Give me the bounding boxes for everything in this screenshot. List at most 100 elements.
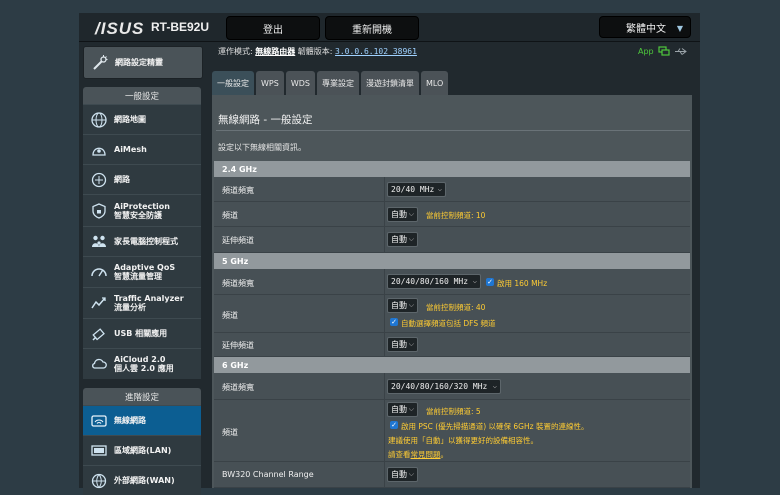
quick-setup-label: 網路設定精靈 <box>115 58 163 67</box>
sidebar-item-parental[interactable]: 家長電腦控制程式 <box>83 226 201 256</box>
row-label: 頻道 <box>222 428 238 437</box>
row-24-extension: 延伸頻道 自動 ⌵ <box>214 227 690 253</box>
dfs-label: 自動選擇頻道包括 DFS 頻道 <box>401 319 496 328</box>
psc-checkbox[interactable]: ✓ <box>390 421 398 429</box>
sidebar-item-network-map[interactable]: 網路地圖 <box>83 104 201 134</box>
fw-version[interactable]: 3.0.0.6.102_38961 <box>335 47 417 56</box>
usb-status-icon[interactable] <box>674 47 688 56</box>
sidebar-item-network[interactable]: 網路 <box>83 164 201 194</box>
model-name: RT-BE92U <box>151 20 210 34</box>
network-status-icon[interactable] <box>658 46 670 57</box>
sidebar-item-label: 網路 <box>114 175 130 184</box>
row-divider <box>384 462 385 487</box>
current-channel-5: 當前控制頻道: 40 <box>426 303 486 312</box>
row-5-bandwidth: 頻道頻寬 20/40/80/160 MHz ⌵ ✓ 啟用 160 MHz <box>214 269 690 295</box>
sidebar-item-lan[interactable]: 區域網路(LAN) <box>83 435 201 465</box>
sidebar-item-traffic-analyzer[interactable]: Traffic Analyzer 流量分析 <box>83 287 201 318</box>
chevron-down-icon: ⌵ <box>437 185 442 193</box>
row-divider <box>384 333 385 356</box>
language-select[interactable]: 繁體中文 ▼ <box>599 16 691 38</box>
chevron-down-icon: ⌵ <box>472 277 477 285</box>
mode-label: 運作模式: <box>218 47 253 56</box>
row-divider <box>384 400 385 461</box>
chevron-down-icon: ⌵ <box>408 405 414 413</box>
dfs-checkbox[interactable]: ✓ <box>390 318 398 326</box>
row-divider <box>384 177 385 201</box>
enable-160-checkbox[interactable]: ✓ <box>486 278 494 286</box>
sidebar-item-aicloud[interactable]: AiCloud 2.0 個人雲 2.0 應用 <box>83 348 201 379</box>
bandwidth-24-select[interactable]: 20/40 MHz ⌵ <box>387 182 446 197</box>
chevron-down-icon: ⌵ <box>408 210 414 218</box>
quick-setup-button[interactable]: 網路設定精靈 <box>83 46 203 79</box>
extension-24-select[interactable]: 自動 ⌵ <box>387 232 418 247</box>
row-label: 頻道頻寬 <box>222 186 254 195</box>
sidebar-item-label: 區域網路(LAN) <box>114 446 172 455</box>
page-title: 無線網路 - 一般設定 <box>218 114 313 126</box>
enable-160-label: 啟用 160 MHz <box>497 279 548 288</box>
row-divider <box>384 295 385 332</box>
chart-icon <box>86 290 112 316</box>
bw320-select[interactable]: 自動 ⌵ <box>387 467 418 482</box>
cloud-icon <box>86 351 112 377</box>
row-label: 頻道頻寬 <box>222 279 254 288</box>
asus-logo[interactable]: /ISUS <box>95 19 144 39</box>
status-bar: 運作模式: 無線路由器 韌體版本: 3.0.0.6.102_38961 <box>218 46 417 57</box>
extension-5-select[interactable]: 自動 ⌵ <box>387 337 418 352</box>
chevron-down-icon: ⌵ <box>492 382 497 390</box>
select-value: 自動 <box>391 301 407 310</box>
title-divider <box>216 130 690 131</box>
faq-suffix: 。 <box>440 450 449 459</box>
fw-label: 韌體版本: <box>297 47 333 56</box>
bandwidth-6-select[interactable]: 20/40/80/160/320 MHz ⌵ <box>387 379 501 394</box>
select-value: 自動 <box>391 405 407 414</box>
tab-general[interactable]: 一般設定 <box>212 71 254 95</box>
row-label: 頻道 <box>222 211 238 220</box>
row-24-channel: 頻道 自動 ⌵ 當前控制頻道: 10 <box>214 202 690 227</box>
chevron-down-icon: ⌵ <box>408 340 414 348</box>
row-5-extension: 延伸頻道 自動 ⌵ <box>214 333 690 357</box>
reboot-button[interactable]: 重新開機 <box>325 16 419 40</box>
channel-24-select[interactable]: 自動 ⌵ <box>387 207 418 222</box>
faq-note: 請查看常見問題。 <box>388 449 448 460</box>
select-value: 自動 <box>391 235 407 244</box>
sidebar-item-label: AiProtection 智慧安全防護 <box>114 201 170 220</box>
tab-professional[interactable]: 專業設定 <box>316 71 359 95</box>
select-value: 自動 <box>391 210 407 219</box>
row-label: 延伸頻道 <box>222 236 254 245</box>
sidebar-item-qos[interactable]: Adaptive QoS 智慧流量管理 <box>83 256 201 287</box>
mode-value[interactable]: 無線路由器 <box>255 47 295 56</box>
network-icon <box>86 167 112 193</box>
globe-icon <box>86 107 112 133</box>
tab-wds[interactable]: WDS <box>285 71 315 95</box>
logout-button[interactable]: 登出 <box>226 16 320 40</box>
bandwidth-5-select[interactable]: 20/40/80/160 MHz ⌵ <box>387 274 481 289</box>
tab-wps[interactable]: WPS <box>256 71 284 95</box>
tab-roaming-block[interactable]: 漫遊封鎖清單 <box>360 71 419 95</box>
chevron-down-icon: ⌵ <box>408 470 414 478</box>
sidebar-item-label: Traffic Analyzer 流量分析 <box>114 294 184 312</box>
status-icons: App <box>638 46 688 57</box>
band-header-24ghz: 2.4 GHz <box>214 161 690 177</box>
faq-link[interactable]: 常見問題 <box>411 450 441 459</box>
current-channel-6: 當前控制頻道: 5 <box>426 407 481 416</box>
sidebar-item-usb[interactable]: USB 相關應用 <box>83 318 201 348</box>
tab-bar: 一般設定 WPS WDS 專業設定 漫遊封鎖清單 MLO <box>212 71 449 95</box>
sidebar-item-label: 家長電腦控制程式 <box>114 237 178 246</box>
tab-mlo[interactable]: MLO <box>420 71 449 95</box>
channel-6-select[interactable]: 自動 ⌵ <box>387 402 418 417</box>
sidebar-item-label: 外部網路(WAN) <box>114 476 175 485</box>
sidebar-item-aiprotection[interactable]: AiProtection 智慧安全防護 <box>83 194 201 226</box>
sidebar-item-wan[interactable]: 外部網路(WAN) <box>83 465 201 495</box>
faq-prefix: 請查看 <box>388 450 411 459</box>
general-settings-header: 一般設定 <box>83 87 201 105</box>
select-value: 20/40/80/160 MHz <box>391 277 469 286</box>
select-value: 20/40/80/160/320 MHz <box>391 382 488 391</box>
select-value: 20/40 MHz <box>391 185 435 194</box>
app-link[interactable]: App <box>638 47 654 56</box>
channel-5-select[interactable]: 自動 ⌵ <box>387 298 418 313</box>
row-5-channel: 頻道 自動 ⌵ 當前控制頻道: 40 ✓ 自動選擇頻道包括 DFS 頻道 <box>214 295 690 333</box>
sidebar-item-wireless[interactable]: 無線網路 <box>83 405 201 435</box>
sidebar-item-aimesh[interactable]: AiMesh <box>83 134 201 164</box>
wifi-icon <box>86 408 112 434</box>
wan-icon <box>86 468 112 494</box>
